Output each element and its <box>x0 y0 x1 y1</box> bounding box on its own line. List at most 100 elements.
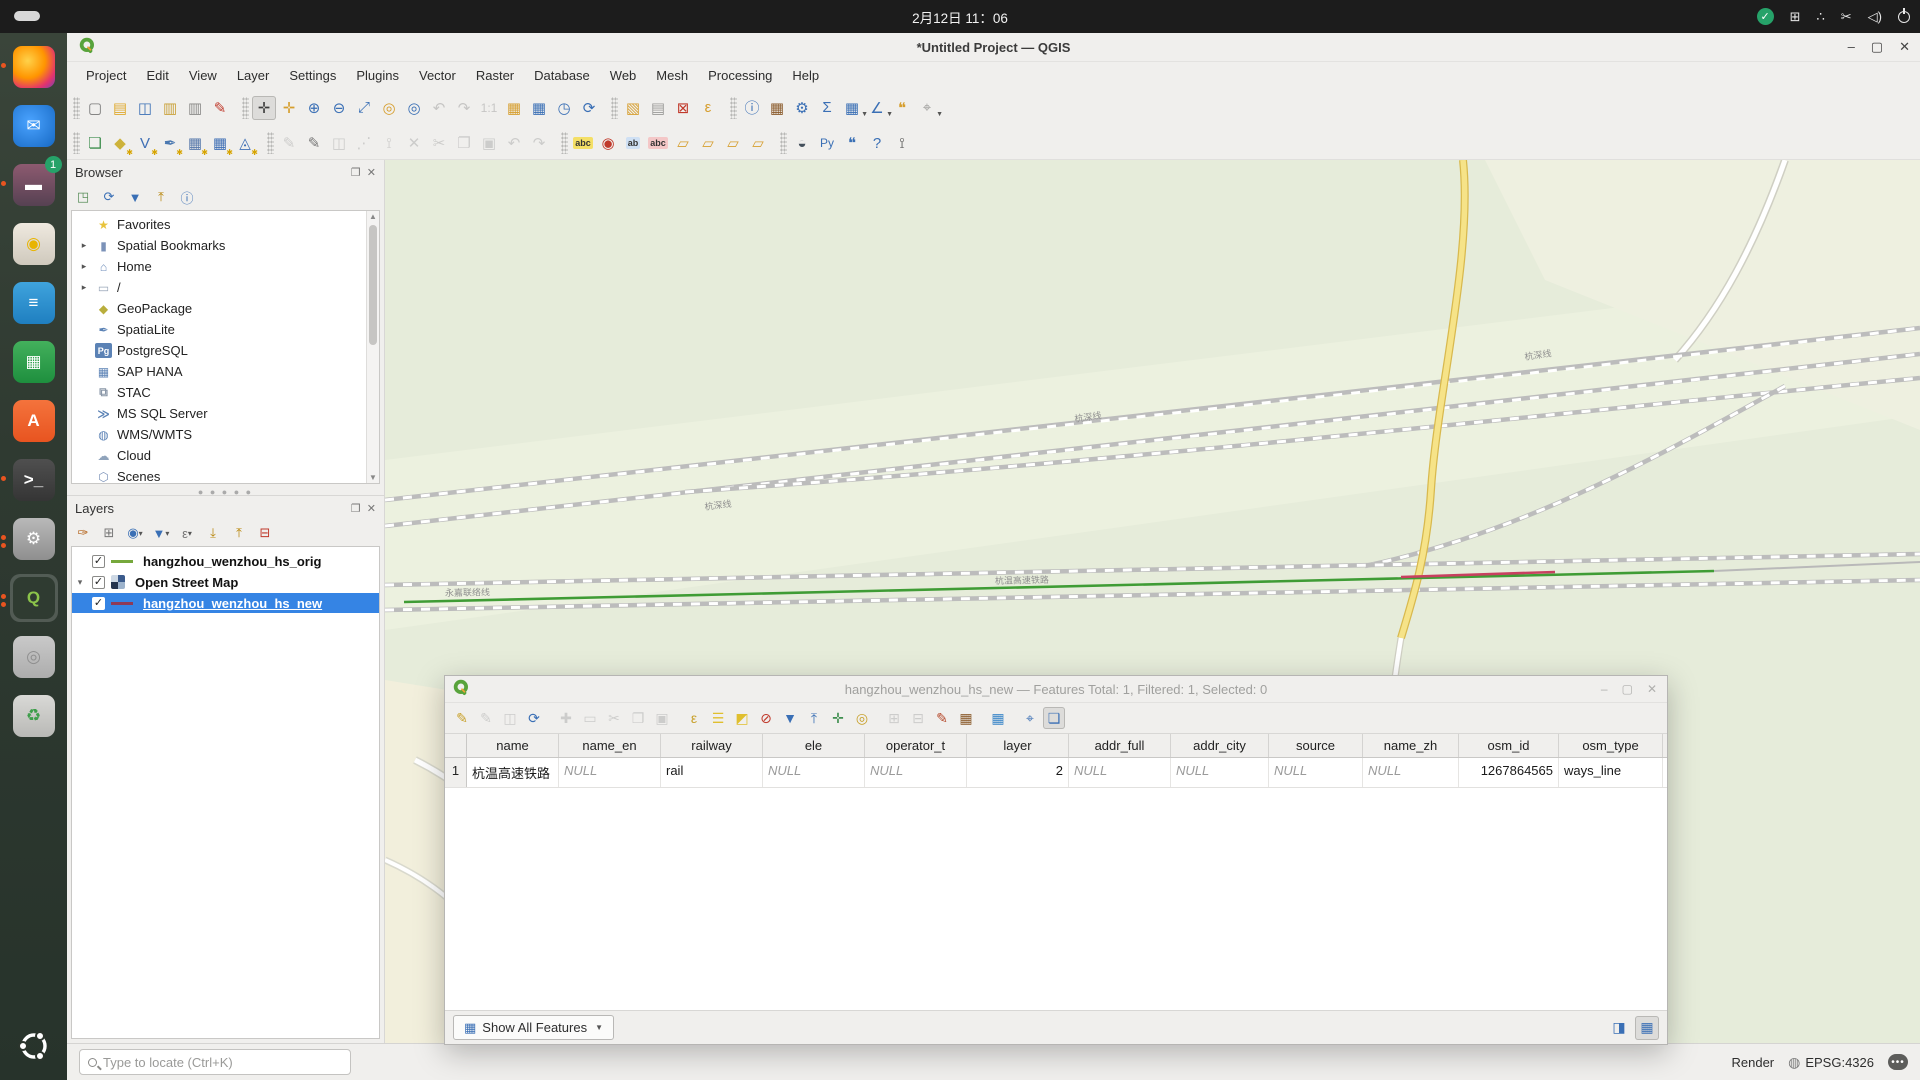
expand-arrow-icon[interactable]: ▸ <box>78 261 90 272</box>
browser-item-postgresql[interactable]: PgPostgreSQL <box>74 340 379 361</box>
dock-app-firefox-icon[interactable] <box>10 43 58 91</box>
copy-features-icon[interactable]: ❐ <box>452 131 476 155</box>
style-manager-icon[interactable]: ✎ <box>208 96 232 120</box>
labeling-blue-icon[interactable]: ab <box>621 131 645 155</box>
browser-item-ms-sql-server[interactable]: ≫MS SQL Server <box>74 403 379 424</box>
layer-item-hangzhou-wenzhou-hs-orig[interactable]: ✓hangzhou_wenzhou_hs_orig <box>72 551 379 571</box>
pan-to-selected-icon[interactable]: ✛ <box>827 707 849 729</box>
pan-to-selection-icon[interactable]: ✛ <box>277 96 301 120</box>
statistical-summary-icon[interactable]: Σ <box>815 96 839 120</box>
current-edits-icon[interactable]: ✎ <box>277 131 301 155</box>
add-selected-layers-icon[interactable]: ◳ <box>73 187 93 207</box>
select-by-expression-icon[interactable]: ε <box>696 96 720 120</box>
delete-selected-icon[interactable]: ▭ <box>579 707 601 729</box>
collapse-all-layers-icon[interactable]: ⤒ <box>229 523 249 543</box>
save-edits-icon[interactable]: ◫ <box>327 131 351 155</box>
browser-item-spatialite[interactable]: ✒SpatiaLite <box>74 319 379 340</box>
zoom-last-icon[interactable]: ↶ <box>427 96 451 120</box>
cut-icon[interactable]: ✂ <box>603 707 625 729</box>
column-header-name_en[interactable]: name_en <box>559 734 661 757</box>
open-attribute-table-icon[interactable]: ▦▼ <box>840 96 864 120</box>
cell-osm_type[interactable]: ways_line <box>1559 758 1663 787</box>
save-edits-icon[interactable]: ◫ <box>499 707 521 729</box>
dock-app-libreoffice-calc-icon[interactable]: ▦ <box>10 338 58 386</box>
field-calculator-icon[interactable]: ▦ <box>765 96 789 120</box>
paste-features-icon[interactable]: ▣ <box>477 131 501 155</box>
updates-ok-icon[interactable]: ✓ <box>1757 8 1774 25</box>
new-spatialite-layer-icon[interactable]: ✒✱ <box>158 131 182 155</box>
cell-osm_id[interactable]: 1267864565 <box>1459 758 1559 787</box>
metasearch-icon[interactable]: ❝ <box>840 131 864 155</box>
vertex-editor-icon[interactable]: ⟟ <box>890 131 914 155</box>
show-all-features-button[interactable]: ▦ Show All Features ▼ <box>453 1015 614 1040</box>
layer-labeling-icon[interactable]: abc <box>571 131 595 155</box>
move-label-icon[interactable]: ▱ <box>746 131 770 155</box>
menu-raster[interactable]: Raster <box>467 65 523 86</box>
menu-settings[interactable]: Settings <box>280 65 345 86</box>
panel-splitter[interactable]: ● ● ● ● ● <box>67 488 384 495</box>
system-tray[interactable]: ✓⊞∴✂◁) <box>1757 0 1910 33</box>
dock-app-libreoffice-a-icon[interactable]: A <box>10 397 58 445</box>
identify-features-icon[interactable]: ⓘ <box>740 96 764 120</box>
refresh-map-icon[interactable]: ⟳ <box>577 96 601 120</box>
filter-by-expression-icon[interactable]: ε▾ <box>177 523 197 543</box>
zoom-to-layer-icon[interactable]: ◎ <box>402 96 426 120</box>
column-header-operator_t[interactable]: operator_t <box>865 734 967 757</box>
undo-icon[interactable]: ↶ <box>502 131 526 155</box>
menu-view[interactable]: View <box>180 65 226 86</box>
map-tips-icon[interactable]: ❝ <box>890 96 914 120</box>
attribute-dialog-titlebar[interactable]: hangzhou_wenzhou_hs_new — Features Total… <box>445 676 1667 703</box>
cut-features-icon[interactable]: ✂ <box>427 131 451 155</box>
browser-scrollbar[interactable]: ▲▼ <box>366 211 379 483</box>
properties-info-icon[interactable]: ⓘ <box>177 187 197 207</box>
expand-arrow-icon[interactable]: ▸ <box>78 240 90 251</box>
browser-close-icon[interactable]: ✕ <box>367 166 376 179</box>
dock-app-thunderbird-icon[interactable]: ✉ <box>10 102 58 150</box>
filter-legend-icon[interactable]: ▼▾ <box>151 523 171 543</box>
expand-arrow-icon[interactable]: ▾ <box>74 577 86 588</box>
invert-selection-icon[interactable]: ◩ <box>731 707 753 729</box>
cell-ele[interactable]: NULL <box>763 758 865 787</box>
deselect-all-icon[interactable]: ⊘ <box>755 707 777 729</box>
processing-toolbox-icon[interactable]: ⚙ <box>790 96 814 120</box>
menu-plugins[interactable]: Plugins <box>347 65 408 86</box>
new-field-icon[interactable]: ⊞ <box>883 707 905 729</box>
browser-item-cloud[interactable]: ☁Cloud <box>74 445 379 466</box>
add-feature-icon[interactable]: ✚ <box>555 707 577 729</box>
browser-item-home[interactable]: ▸⌂Home <box>74 256 379 277</box>
show-bookmarks-icon[interactable]: ▦ <box>527 96 551 120</box>
new-bookmark-icon[interactable]: ▦ <box>502 96 526 120</box>
network-icon[interactable]: ∴ <box>1816 9 1824 25</box>
layer-styling-icon[interactable]: ◉ <box>596 131 620 155</box>
layers-float-icon[interactable]: ❐ <box>351 502 361 515</box>
table-row[interactable]: 1杭温高速铁路NULLrailNULLNULL2NULLNULLNULLNULL… <box>445 758 1667 788</box>
cell-name_en[interactable]: NULL <box>559 758 661 787</box>
menu-mesh[interactable]: Mesh <box>647 65 697 86</box>
filter-browser-icon[interactable]: ▼ <box>125 187 145 207</box>
input-source-icon[interactable]: ⊞ <box>1790 9 1801 25</box>
browser-item-spatial-bookmarks[interactable]: ▸▮Spatial Bookmarks <box>74 235 379 256</box>
remove-layer-icon[interactable]: ⊟ <box>255 523 275 543</box>
vertex-tool-icon[interactable]: ⟟ <box>377 131 401 155</box>
dialog-minimize-icon[interactable]: – <box>1601 682 1608 696</box>
dock-app-qgis-icon[interactable]: Q <box>10 574 58 622</box>
cell-name[interactable]: 杭温高速铁路 <box>467 758 559 787</box>
measure-icon[interactable]: ∠▼ <box>865 96 889 120</box>
expand-all-icon[interactable]: ⤓ <box>203 523 223 543</box>
highlight-pinned-labels-icon[interactable]: ▱ <box>671 131 695 155</box>
layer-visibility-checkbox[interactable]: ✓ <box>92 576 105 589</box>
new-map-view-icon[interactable]: ⌖▼ <box>915 96 939 120</box>
menu-database[interactable]: Database <box>525 65 599 86</box>
row-number[interactable]: 1 <box>445 758 467 787</box>
help-contents-icon[interactable]: ? <box>865 131 889 155</box>
dock-app-trash-icon[interactable]: ♻ <box>10 692 58 740</box>
open-field-calculator-icon[interactable]: ▦ <box>955 707 977 729</box>
minimize-icon[interactable]: – <box>1848 39 1855 55</box>
collapse-all-icon[interactable]: ⤒ <box>151 187 171 207</box>
cell-operator_t[interactable]: NULL <box>865 758 967 787</box>
new-shapefile-layer-icon[interactable]: V✱ <box>133 131 157 155</box>
cut-icon[interactable]: ✂ <box>1841 9 1852 25</box>
refresh-browser-icon[interactable]: ⟳ <box>99 187 119 207</box>
new-project-icon[interactable]: ▢ <box>83 96 107 120</box>
zoom-native-icon[interactable]: 1:1 <box>477 96 501 120</box>
